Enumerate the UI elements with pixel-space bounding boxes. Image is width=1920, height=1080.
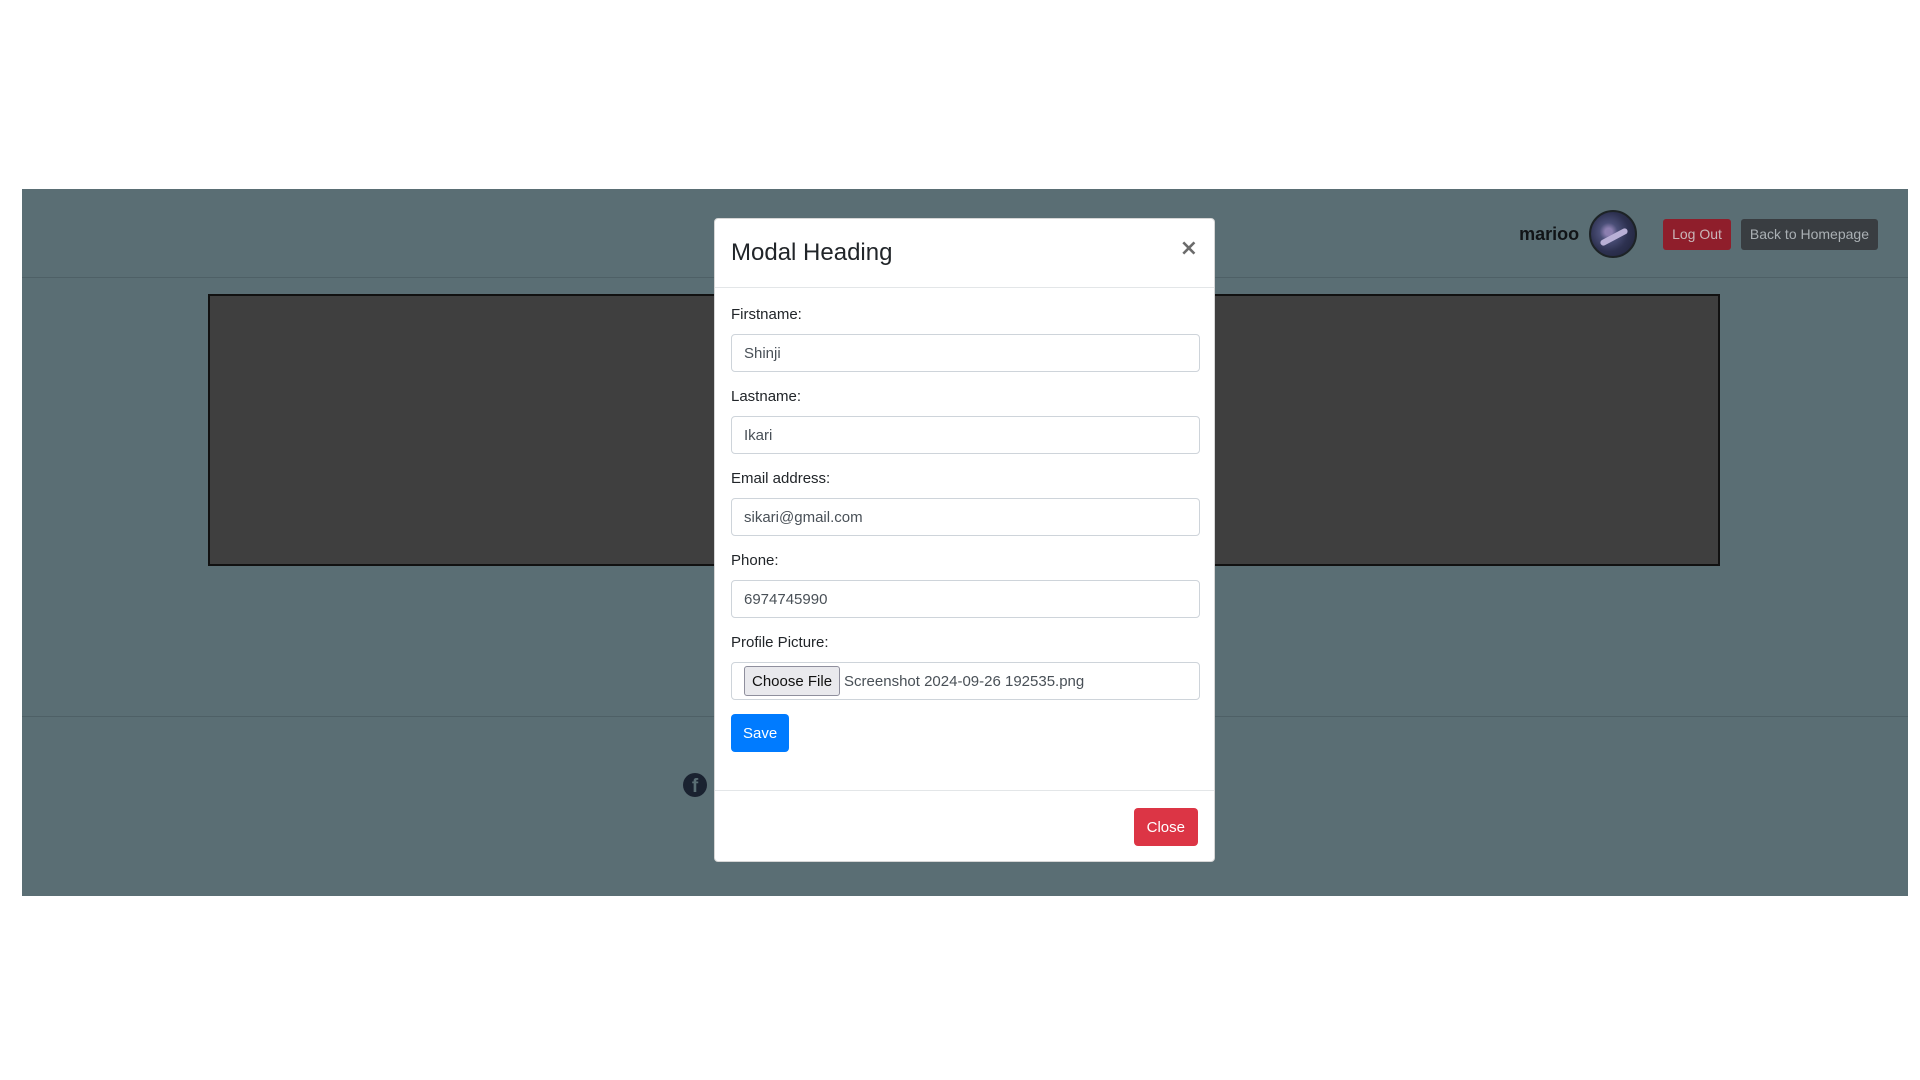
lastname-label: Lastname:	[731, 388, 802, 405]
edit-profile-modal: Modal Heading × Firstname: Lastname: Ema…	[714, 218, 1215, 862]
close-button[interactable]: Close	[1133, 808, 1198, 846]
firstname-group: Firstname:	[731, 306, 1200, 372]
back-to-homepage-button[interactable]: Back to Homepage	[1740, 218, 1878, 250]
modal-header: Modal Heading ×	[715, 219, 1214, 288]
modal-title: Modal Heading	[731, 239, 893, 266]
firstname-label: Firstname:	[731, 306, 802, 323]
modal-body: Firstname: Lastname: Email address: Phon…	[715, 288, 1214, 752]
close-icon[interactable]: ×	[1180, 236, 1198, 261]
profile-picture-label: Profile Picture:	[731, 634, 829, 651]
profile-picture-group: Profile Picture: Choose File Screenshot …	[731, 634, 1200, 700]
email-input[interactable]	[731, 498, 1200, 536]
avatar[interactable]	[1589, 210, 1638, 258]
phone-input[interactable]	[731, 580, 1200, 618]
logout-button[interactable]: Log Out	[1663, 218, 1731, 250]
lastname-input[interactable]	[731, 416, 1200, 454]
firstname-input[interactable]	[731, 334, 1200, 372]
user-area: marioo Log Out Back to Homepage	[1519, 210, 1878, 258]
facebook-icon[interactable]: f	[683, 773, 707, 797]
email-group: Email address:	[731, 470, 1200, 536]
phone-group: Phone:	[731, 552, 1200, 618]
choose-file-button[interactable]: Choose File	[744, 666, 841, 696]
phone-label: Phone:	[731, 552, 779, 569]
selected-file-name: Screenshot 2024-09-26 192535.png	[844, 672, 1085, 690]
save-button[interactable]: Save	[731, 714, 790, 752]
modal-footer: Close	[715, 790, 1214, 862]
profile-picture-file-input[interactable]: Choose File Screenshot 2024-09-26 192535…	[731, 662, 1200, 700]
email-label: Email address:	[731, 470, 831, 487]
lastname-group: Lastname:	[731, 388, 1200, 454]
username: marioo	[1519, 223, 1580, 244]
